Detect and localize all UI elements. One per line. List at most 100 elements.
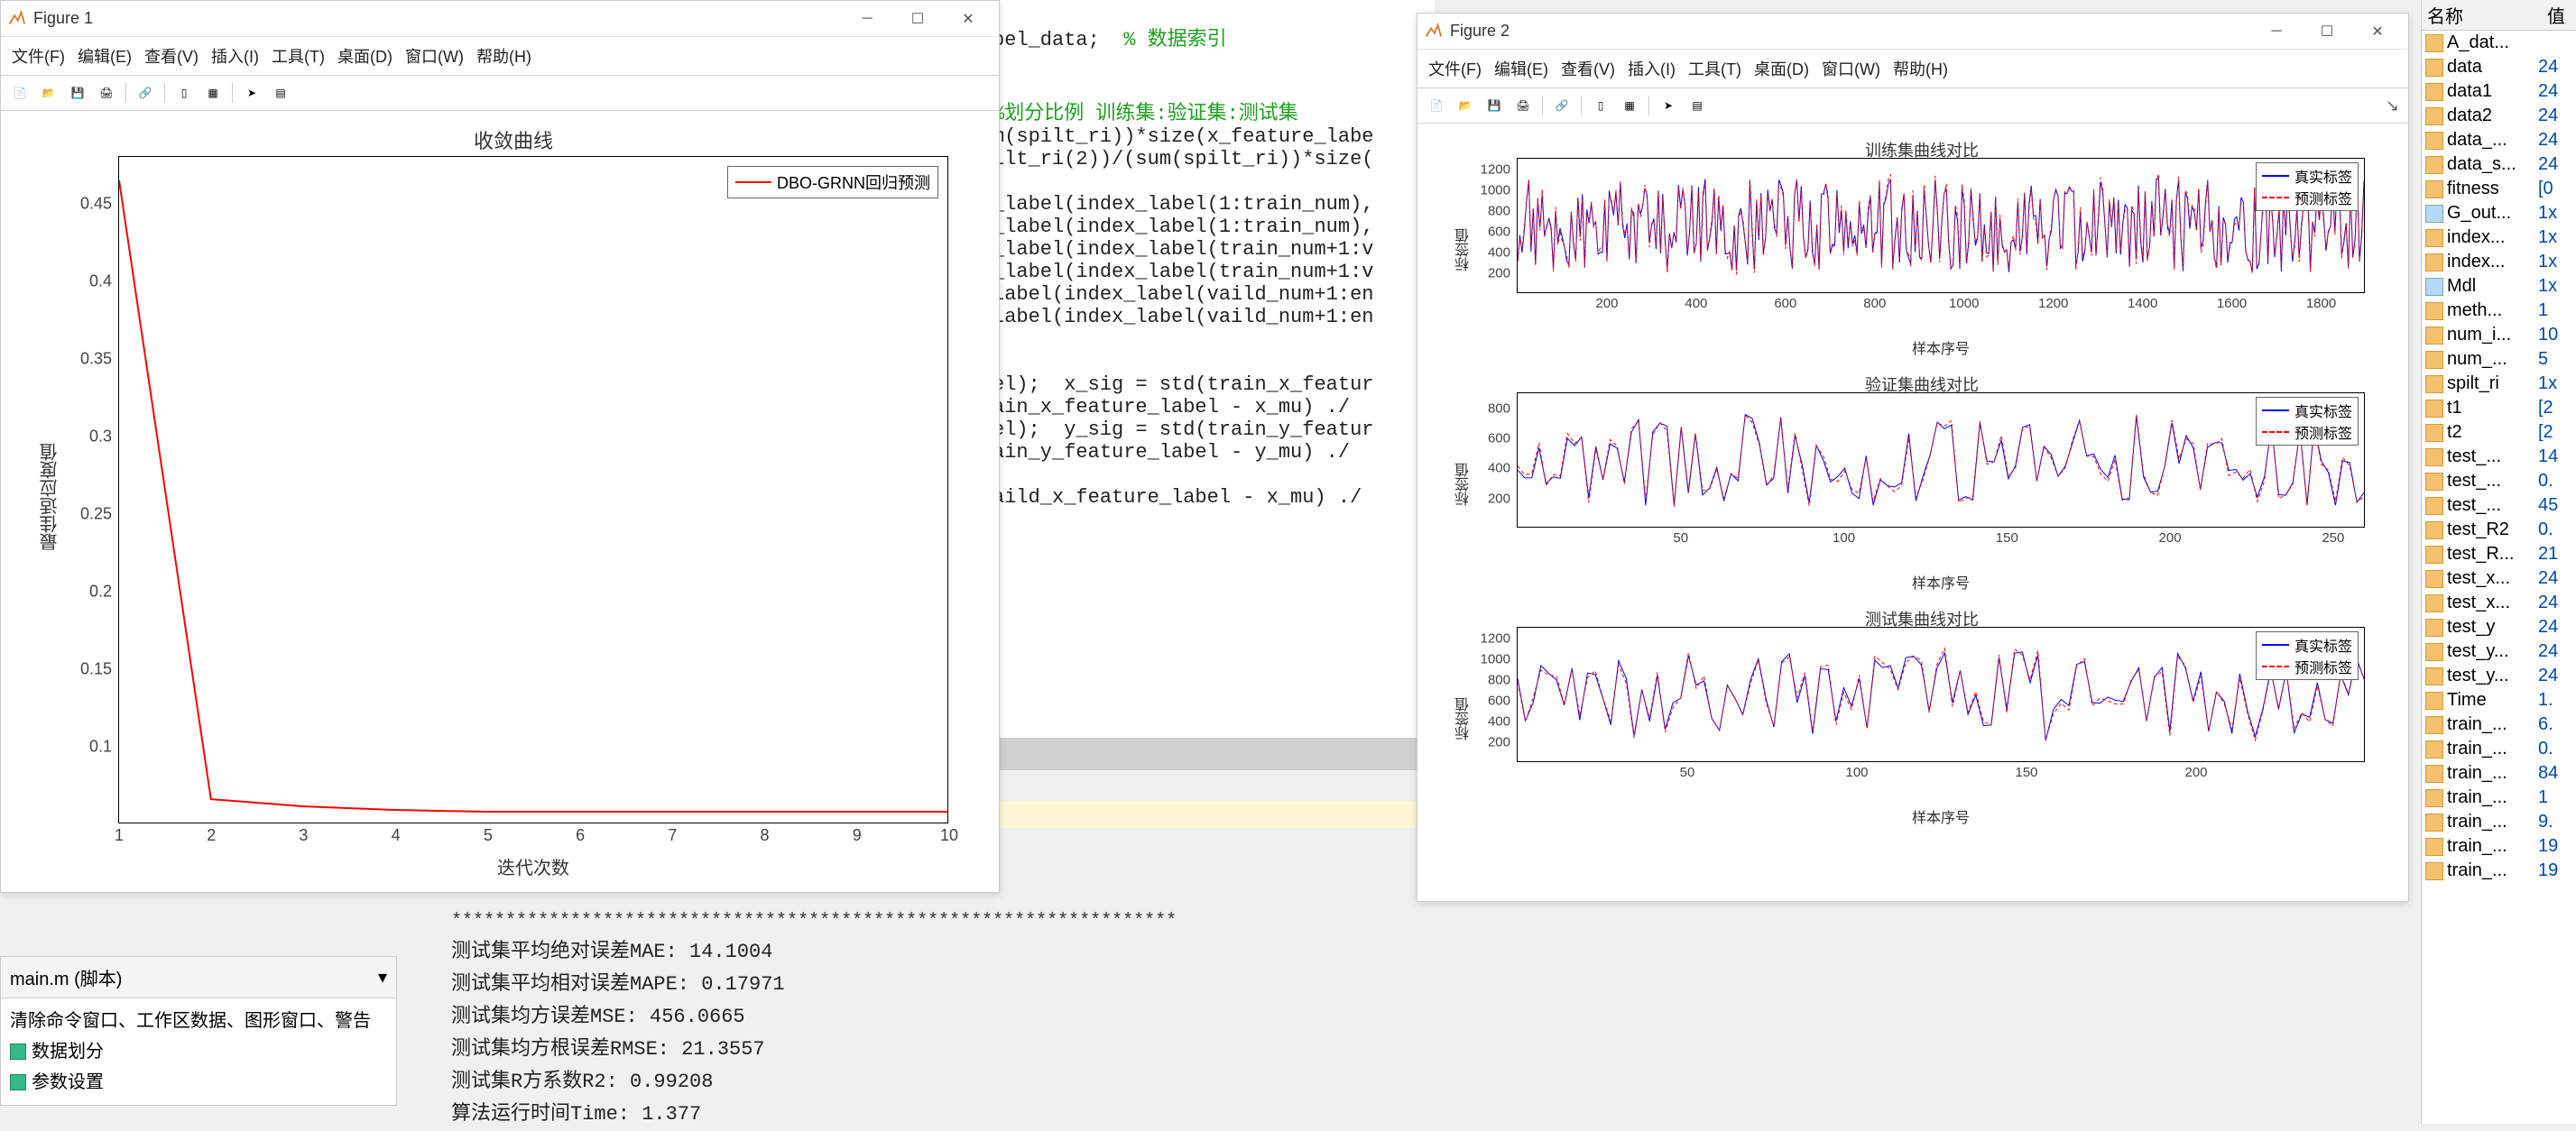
layout1-icon[interactable]: ▯ xyxy=(1589,94,1612,117)
workspace-var-row[interactable]: train_...19 xyxy=(2422,859,2576,883)
minimize-button[interactable]: ─ xyxy=(2251,14,2302,49)
var-icon xyxy=(2425,716,2443,734)
workspace-var-row[interactable]: test_y24 xyxy=(2422,615,2576,639)
inspect-icon[interactable]: ▤ xyxy=(269,81,292,105)
link-icon[interactable]: 🔗 xyxy=(1550,94,1574,117)
layout2-icon[interactable]: ▦ xyxy=(1618,94,1641,117)
figure-2-titlebar[interactable]: Figure 2 ─ ☐ ✕ xyxy=(1417,14,2408,50)
menu-insert[interactable]: 插入(I) xyxy=(208,42,263,69)
menu-edit[interactable]: 编辑(E) xyxy=(1491,55,1552,82)
layout1-icon[interactable]: ▯ xyxy=(172,81,196,105)
save-icon[interactable]: 💾 xyxy=(66,81,89,105)
workspace-var-row[interactable]: index...1x xyxy=(2422,250,2576,274)
workspace-var-row[interactable]: train_...6. xyxy=(2422,713,2576,737)
workspace-var-row[interactable]: num_i...10 xyxy=(2422,323,2576,347)
var-icon xyxy=(2425,253,2443,271)
var-icon xyxy=(2425,34,2443,52)
legend[interactable]: DBO-GRNN回归预测 xyxy=(727,166,938,198)
workspace-var-row[interactable]: Mdl1x xyxy=(2422,274,2576,299)
legend[interactable]: 真实标签 预测标签 xyxy=(2256,397,2359,446)
workspace-var-row[interactable]: test_x...24 xyxy=(2422,591,2576,615)
new-icon[interactable]: 📄 xyxy=(1425,94,1448,117)
menu-desktop[interactable]: 桌面(D) xyxy=(1750,55,1813,82)
workspace-var-row[interactable]: data_...24 xyxy=(2422,128,2576,152)
code-editor[interactable]: bel_data; % 数据索引 %划分比例 训练集:验证集:测试集 m(spi… xyxy=(993,0,1435,767)
menu-window[interactable]: 窗口(W) xyxy=(402,42,467,69)
workspace-var-row[interactable]: test_...14 xyxy=(2422,445,2576,469)
maximize-button[interactable]: ☐ xyxy=(892,2,943,36)
workspace-var-row[interactable]: test_y...24 xyxy=(2422,639,2576,664)
close-button[interactable]: ✕ xyxy=(2352,14,2403,49)
workspace-var-row[interactable]: spilt_ri1x xyxy=(2422,372,2576,396)
menu-tools[interactable]: 工具(T) xyxy=(1685,55,1745,82)
menu-file[interactable]: 文件(F) xyxy=(8,42,69,69)
section-data-split[interactable]: 数据划分 xyxy=(10,1036,387,1067)
menu-desktop[interactable]: 桌面(D) xyxy=(334,42,396,69)
workspace-var-row[interactable]: test_x...24 xyxy=(2422,566,2576,591)
workspace-var-row[interactable]: train_...84 xyxy=(2422,761,2576,786)
var-icon xyxy=(2425,205,2443,223)
print-icon[interactable]: 🖨 xyxy=(1511,94,1535,117)
figure-1-axes-area[interactable]: 收敛曲线 最佳适应度值 DBO-GRNN回归预测 0.10.150.20.250… xyxy=(1,111,999,892)
inspect-icon[interactable]: ▤ xyxy=(1685,94,1709,117)
legend[interactable]: 真实标签 预测标签 xyxy=(2256,631,2359,680)
maximize-button[interactable]: ☐ xyxy=(2302,14,2352,49)
dropdown-icon[interactable]: ▾ xyxy=(378,966,387,988)
workspace-var-row[interactable]: test_y...24 xyxy=(2422,664,2576,688)
workspace-var-row[interactable]: G_out...1x xyxy=(2422,201,2576,225)
workspace-header[interactable]: 名称 值 xyxy=(2422,0,2576,31)
workspace-var-row[interactable]: meth...1 xyxy=(2422,299,2576,323)
layout2-icon[interactable]: ▦ xyxy=(201,81,225,105)
link-icon[interactable]: 🔗 xyxy=(134,81,157,105)
minimize-button[interactable]: ─ xyxy=(842,2,892,36)
menu-edit[interactable]: 编辑(E) xyxy=(74,42,135,69)
workspace-var-row[interactable]: num_...5 xyxy=(2422,347,2576,372)
print-icon[interactable]: 🖨 xyxy=(95,81,118,105)
workspace-var-row[interactable]: t2[2 xyxy=(2422,420,2576,445)
pointer-icon[interactable]: ➤ xyxy=(1657,94,1680,117)
workspace-var-row[interactable]: train_...19 xyxy=(2422,834,2576,859)
workspace-var-row[interactable]: train_...0. xyxy=(2422,737,2576,761)
section-param-set[interactable]: 参数设置 xyxy=(10,1067,387,1098)
workspace-var-row[interactable]: train_...9. xyxy=(2422,810,2576,834)
var-icon xyxy=(2425,156,2443,174)
workspace-var-row[interactable]: t1[2 xyxy=(2422,396,2576,420)
open-icon[interactable]: 📂 xyxy=(37,81,60,105)
menu-tools[interactable]: 工具(T) xyxy=(268,42,328,69)
workspace-var-row[interactable]: test_...0. xyxy=(2422,469,2576,493)
menu-view[interactable]: 查看(V) xyxy=(141,42,202,69)
workspace-var-row[interactable]: index...1x xyxy=(2422,225,2576,250)
workspace-var-row[interactable]: data_s...24 xyxy=(2422,152,2576,177)
workspace-var-row[interactable]: data124 xyxy=(2422,79,2576,104)
menu-help[interactable]: 帮助(H) xyxy=(473,42,535,69)
script-sections-panel: main.m (脚本) ▾ 清除命令窗口、工作区数据、图形窗口、警告 数据划分 … xyxy=(0,956,397,1106)
workspace-var-row[interactable]: A_dat... xyxy=(2422,31,2576,55)
menu-insert[interactable]: 插入(I) xyxy=(1624,55,1679,82)
new-icon[interactable]: 📄 xyxy=(8,81,32,105)
save-icon[interactable]: 💾 xyxy=(1482,94,1506,117)
workspace-var-row[interactable]: Time1. xyxy=(2422,688,2576,713)
code-highlight-region xyxy=(993,801,1435,828)
figure-2-toolbar: 📄 📂 💾 🖨 🔗 ▯ ▦ ➤ ▤ xyxy=(1417,88,2408,124)
menu-help[interactable]: 帮助(H) xyxy=(1889,55,1952,82)
workspace-var-row[interactable]: test_R20. xyxy=(2422,518,2576,542)
var-icon xyxy=(2425,132,2443,150)
figure-1-titlebar[interactable]: Figure 1 ─ ☐ ✕ xyxy=(1,1,999,37)
workspace-var-row[interactable]: data24 xyxy=(2422,55,2576,79)
workspace-var-row[interactable]: test_...45 xyxy=(2422,493,2576,518)
pointer-icon[interactable]: ➤ xyxy=(240,81,263,105)
close-button[interactable]: ✕ xyxy=(943,2,993,36)
workspace-var-row[interactable]: fitness[0 xyxy=(2422,177,2576,201)
menu-window[interactable]: 窗口(W) xyxy=(1818,55,1884,82)
menu-file[interactable]: 文件(F) xyxy=(1425,55,1485,82)
legend[interactable]: 真实标签 预测标签 xyxy=(2256,162,2359,211)
workspace-var-row[interactable]: test_R...21 xyxy=(2422,542,2576,566)
workspace-var-row[interactable]: data224 xyxy=(2422,104,2576,128)
section-clear[interactable]: 清除命令窗口、工作区数据、图形窗口、警告 xyxy=(10,1006,387,1036)
script-tab[interactable]: main.m (脚本) ▾ xyxy=(1,957,396,998)
open-icon[interactable]: 📂 xyxy=(1454,94,1477,117)
figure-2-axes-area[interactable]: 训练集曲线对比 标签值 真实标签 预测标签 200400600800100012… xyxy=(1417,124,2408,901)
menu-view[interactable]: 查看(V) xyxy=(1557,55,1619,82)
workspace-var-row[interactable]: train_...1 xyxy=(2422,786,2576,810)
menu-more-icon[interactable]: ↘ xyxy=(2382,95,2403,117)
